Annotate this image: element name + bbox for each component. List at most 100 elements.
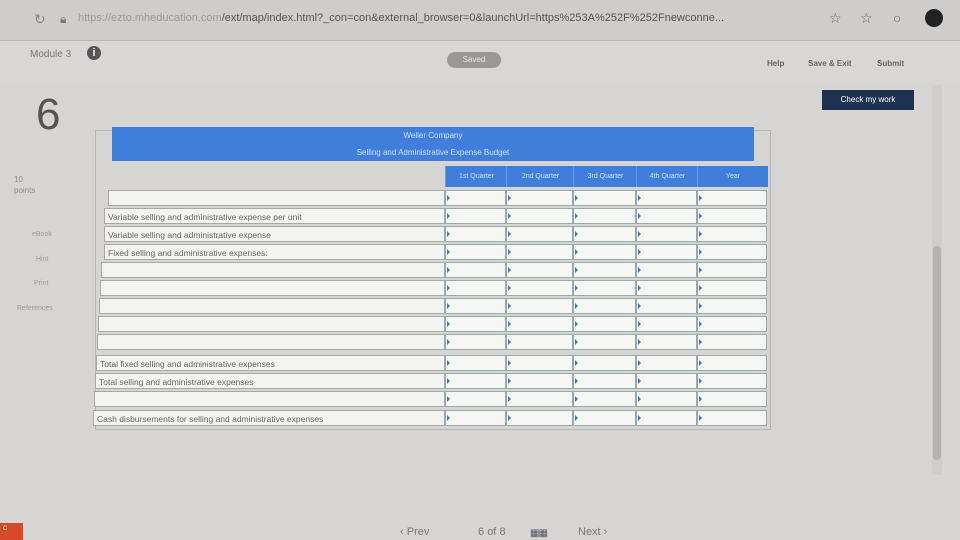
amount-input-cell[interactable] xyxy=(697,262,767,278)
amount-input-cell[interactable] xyxy=(445,280,506,296)
amount-input-cell[interactable] xyxy=(506,244,573,260)
references-link[interactable]: References xyxy=(17,305,53,312)
amount-input-cell[interactable] xyxy=(573,244,636,260)
amount-input-cell[interactable] xyxy=(636,355,697,371)
row-label-input[interactable] xyxy=(108,190,445,206)
amount-input-cell[interactable] xyxy=(573,410,636,426)
module-label: Module 3 xyxy=(30,49,72,60)
amount-input-cell[interactable] xyxy=(697,190,767,206)
amount-input-cell[interactable] xyxy=(506,391,573,407)
amount-input-cell[interactable] xyxy=(506,298,573,314)
amount-input-cell[interactable] xyxy=(573,373,636,389)
grid-icon[interactable]: ▦▦ xyxy=(530,528,548,539)
amount-input-cell[interactable] xyxy=(445,410,506,426)
profile-icon[interactable] xyxy=(925,9,943,27)
amount-input-cell[interactable] xyxy=(697,226,767,242)
amount-input-cell[interactable] xyxy=(445,373,506,389)
favorites-icon[interactable]: ☆ xyxy=(860,10,873,27)
amount-input-cell[interactable] xyxy=(445,316,506,332)
check-my-work-button[interactable]: Check my work xyxy=(822,90,914,110)
amount-input-cell[interactable] xyxy=(697,298,767,314)
amount-input-cell[interactable] xyxy=(697,316,767,332)
amount-input-cell[interactable] xyxy=(636,226,697,242)
amount-input-cell[interactable] xyxy=(445,262,506,278)
amount-input-cell[interactable] xyxy=(445,334,506,350)
amount-input-cell[interactable] xyxy=(697,355,767,371)
amount-input-cell[interactable] xyxy=(636,190,697,206)
amount-input-cell[interactable] xyxy=(573,280,636,296)
question-number: 6 xyxy=(36,90,61,139)
amount-input-cell[interactable] xyxy=(573,226,636,242)
info-icon[interactable]: i xyxy=(87,46,101,60)
refresh-icon[interactable]: ↻ xyxy=(34,11,46,28)
amount-input-cell[interactable] xyxy=(573,334,636,350)
amount-input-cell[interactable] xyxy=(697,244,767,260)
amount-input-cell[interactable] xyxy=(445,190,506,206)
amount-input-cell[interactable] xyxy=(636,280,697,296)
amount-input-cell[interactable] xyxy=(697,391,767,407)
amount-input-cell[interactable] xyxy=(445,391,506,407)
amount-input-cell[interactable] xyxy=(506,355,573,371)
amount-input-cell[interactable] xyxy=(445,208,506,224)
ebook-link[interactable]: eBook xyxy=(32,231,52,238)
corner-tab[interactable]: c xyxy=(0,523,23,540)
help-link[interactable]: Help xyxy=(767,59,784,68)
amount-input-cell[interactable] xyxy=(697,208,767,224)
amount-input-cell[interactable] xyxy=(445,298,506,314)
bookmark-star-icon[interactable]: ☆ xyxy=(829,10,842,27)
print-link[interactable]: Print xyxy=(34,280,48,287)
prev-button[interactable]: ‹ Prev xyxy=(400,526,429,538)
prev-label: Prev xyxy=(406,526,430,538)
amount-input-cell[interactable] xyxy=(506,262,573,278)
amount-input-cell[interactable] xyxy=(636,208,697,224)
amount-input-cell[interactable] xyxy=(445,355,506,371)
address-bar[interactable]: https://ezto.mheducation.com/ext/map/ind… xyxy=(78,12,818,24)
amount-input-cell[interactable] xyxy=(636,298,697,314)
amount-input-cell[interactable] xyxy=(636,391,697,407)
amount-input-cell[interactable] xyxy=(573,262,636,278)
amount-input-cell[interactable] xyxy=(636,334,697,350)
column-header: Year xyxy=(697,166,768,187)
extension-icon[interactable]: ○ xyxy=(893,10,901,26)
row-label-input[interactable] xyxy=(94,391,445,407)
amount-input-cell[interactable] xyxy=(636,244,697,260)
amount-input-cell[interactable] xyxy=(636,316,697,332)
hint-link[interactable]: Hint xyxy=(36,256,48,263)
row-label-input[interactable] xyxy=(101,262,445,278)
amount-input-cell[interactable] xyxy=(506,280,573,296)
amount-input-cell[interactable] xyxy=(445,226,506,242)
amount-input-cell[interactable] xyxy=(636,262,697,278)
amount-input-cell[interactable] xyxy=(697,334,767,350)
amount-input-cell[interactable] xyxy=(506,373,573,389)
amount-input-cell[interactable] xyxy=(573,316,636,332)
amount-input-cell[interactable] xyxy=(506,190,573,206)
points-value: 10 xyxy=(14,175,23,184)
column-header: 2nd Quarter xyxy=(506,166,574,187)
row-label-input[interactable] xyxy=(100,280,445,296)
amount-input-cell[interactable] xyxy=(573,391,636,407)
scrollbar-thumb[interactable] xyxy=(933,246,941,460)
amount-input-cell[interactable] xyxy=(697,373,767,389)
amount-input-cell[interactable] xyxy=(573,190,636,206)
amount-input-cell[interactable] xyxy=(506,410,573,426)
submit-button[interactable]: Submit xyxy=(877,59,904,68)
amount-input-cell[interactable] xyxy=(573,298,636,314)
column-header: 1st Quarter xyxy=(445,166,507,187)
amount-input-cell[interactable] xyxy=(506,316,573,332)
company-name: Weller Company xyxy=(403,131,463,140)
amount-input-cell[interactable] xyxy=(506,208,573,224)
amount-input-cell[interactable] xyxy=(506,226,573,242)
amount-input-cell[interactable] xyxy=(697,280,767,296)
amount-input-cell[interactable] xyxy=(636,373,697,389)
amount-input-cell[interactable] xyxy=(636,410,697,426)
row-label-input[interactable] xyxy=(97,334,445,350)
save-exit-button[interactable]: Save & Exit xyxy=(808,59,852,68)
next-button[interactable]: Next › xyxy=(578,526,607,538)
amount-input-cell[interactable] xyxy=(697,410,767,426)
row-label-input[interactable] xyxy=(98,316,445,332)
amount-input-cell[interactable] xyxy=(573,208,636,224)
amount-input-cell[interactable] xyxy=(506,334,573,350)
amount-input-cell[interactable] xyxy=(445,244,506,260)
amount-input-cell[interactable] xyxy=(573,355,636,371)
row-label-input[interactable] xyxy=(99,298,445,314)
